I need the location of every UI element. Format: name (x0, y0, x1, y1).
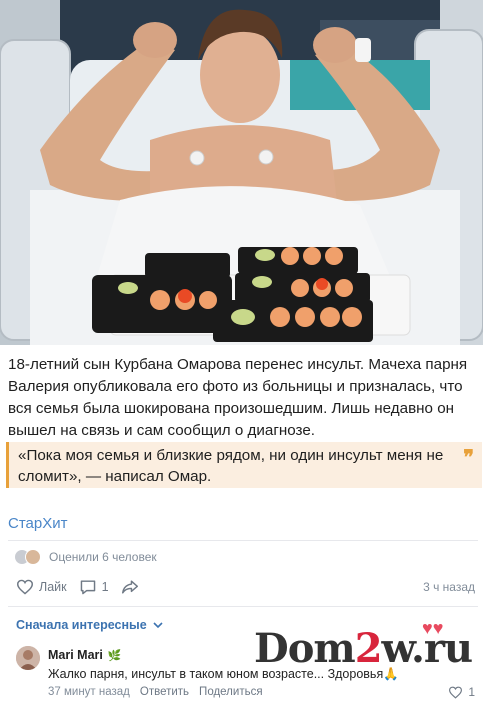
like-button[interactable]: Лайк (16, 579, 67, 595)
comment-author[interactable]: Mari Mari 🌿 (48, 648, 122, 662)
avatar (25, 549, 41, 565)
quote-text: «Пока моя семья и близкие рядом, ни один… (18, 447, 444, 485)
watermark-logo: Dom2w.ru ♥♥ (254, 618, 474, 676)
watermark-part: Dom (254, 625, 356, 672)
divider (8, 540, 478, 541)
comment-likes-count: 1 (468, 685, 475, 699)
comments-button[interactable]: 1 (79, 579, 109, 595)
comment-meta: 37 минут назад Ответить Поделиться (48, 686, 263, 698)
comments-count: 1 (101, 580, 109, 594)
share-button[interactable] (121, 579, 144, 595)
post-text: 18-летний сын Курбана Омарова перенес ин… (8, 356, 468, 439)
post-actions: Лайк 1 (16, 576, 476, 598)
reactors-avatars (14, 549, 41, 565)
divider (8, 606, 478, 607)
comment-time: 37 минут назад (48, 686, 130, 698)
post-source-link[interactable]: СтарХит (8, 515, 67, 532)
heart-icon (449, 686, 463, 699)
hearts-icon: ♥♥ (422, 618, 444, 638)
comment-like-button[interactable]: 1 (448, 685, 475, 699)
user-photo-icon (16, 646, 40, 670)
post-photo-illustration (0, 0, 483, 345)
like-label: Лайк (39, 580, 67, 594)
share-comment-button[interactable]: Поделиться (199, 686, 263, 698)
post-quote: «Пока моя семья и близкие рядом, ни один… (6, 442, 482, 488)
rated-count-text: Оценили 6 человек (49, 550, 157, 564)
quote-mark-icon: ❞ (463, 445, 474, 469)
post-photo[interactable] (0, 0, 483, 345)
share-icon (121, 580, 138, 594)
leaf-badge-icon: 🌿 (107, 649, 122, 662)
reply-button[interactable]: Ответить (140, 686, 189, 698)
comment-icon (80, 580, 95, 595)
reactions-summary[interactable]: Оценили 6 человек (14, 548, 157, 566)
avatar[interactable] (16, 646, 40, 670)
post-time: 3 ч назад (423, 580, 475, 594)
heart-icon (16, 579, 34, 595)
chevron-down-icon (153, 621, 163, 628)
watermark-part: 2 (354, 625, 383, 672)
comments-sort-dropdown[interactable]: Сначала интересные (16, 618, 163, 632)
comment-author-name: Mari Mari (48, 648, 103, 662)
sort-label: Сначала интересные (16, 618, 147, 632)
